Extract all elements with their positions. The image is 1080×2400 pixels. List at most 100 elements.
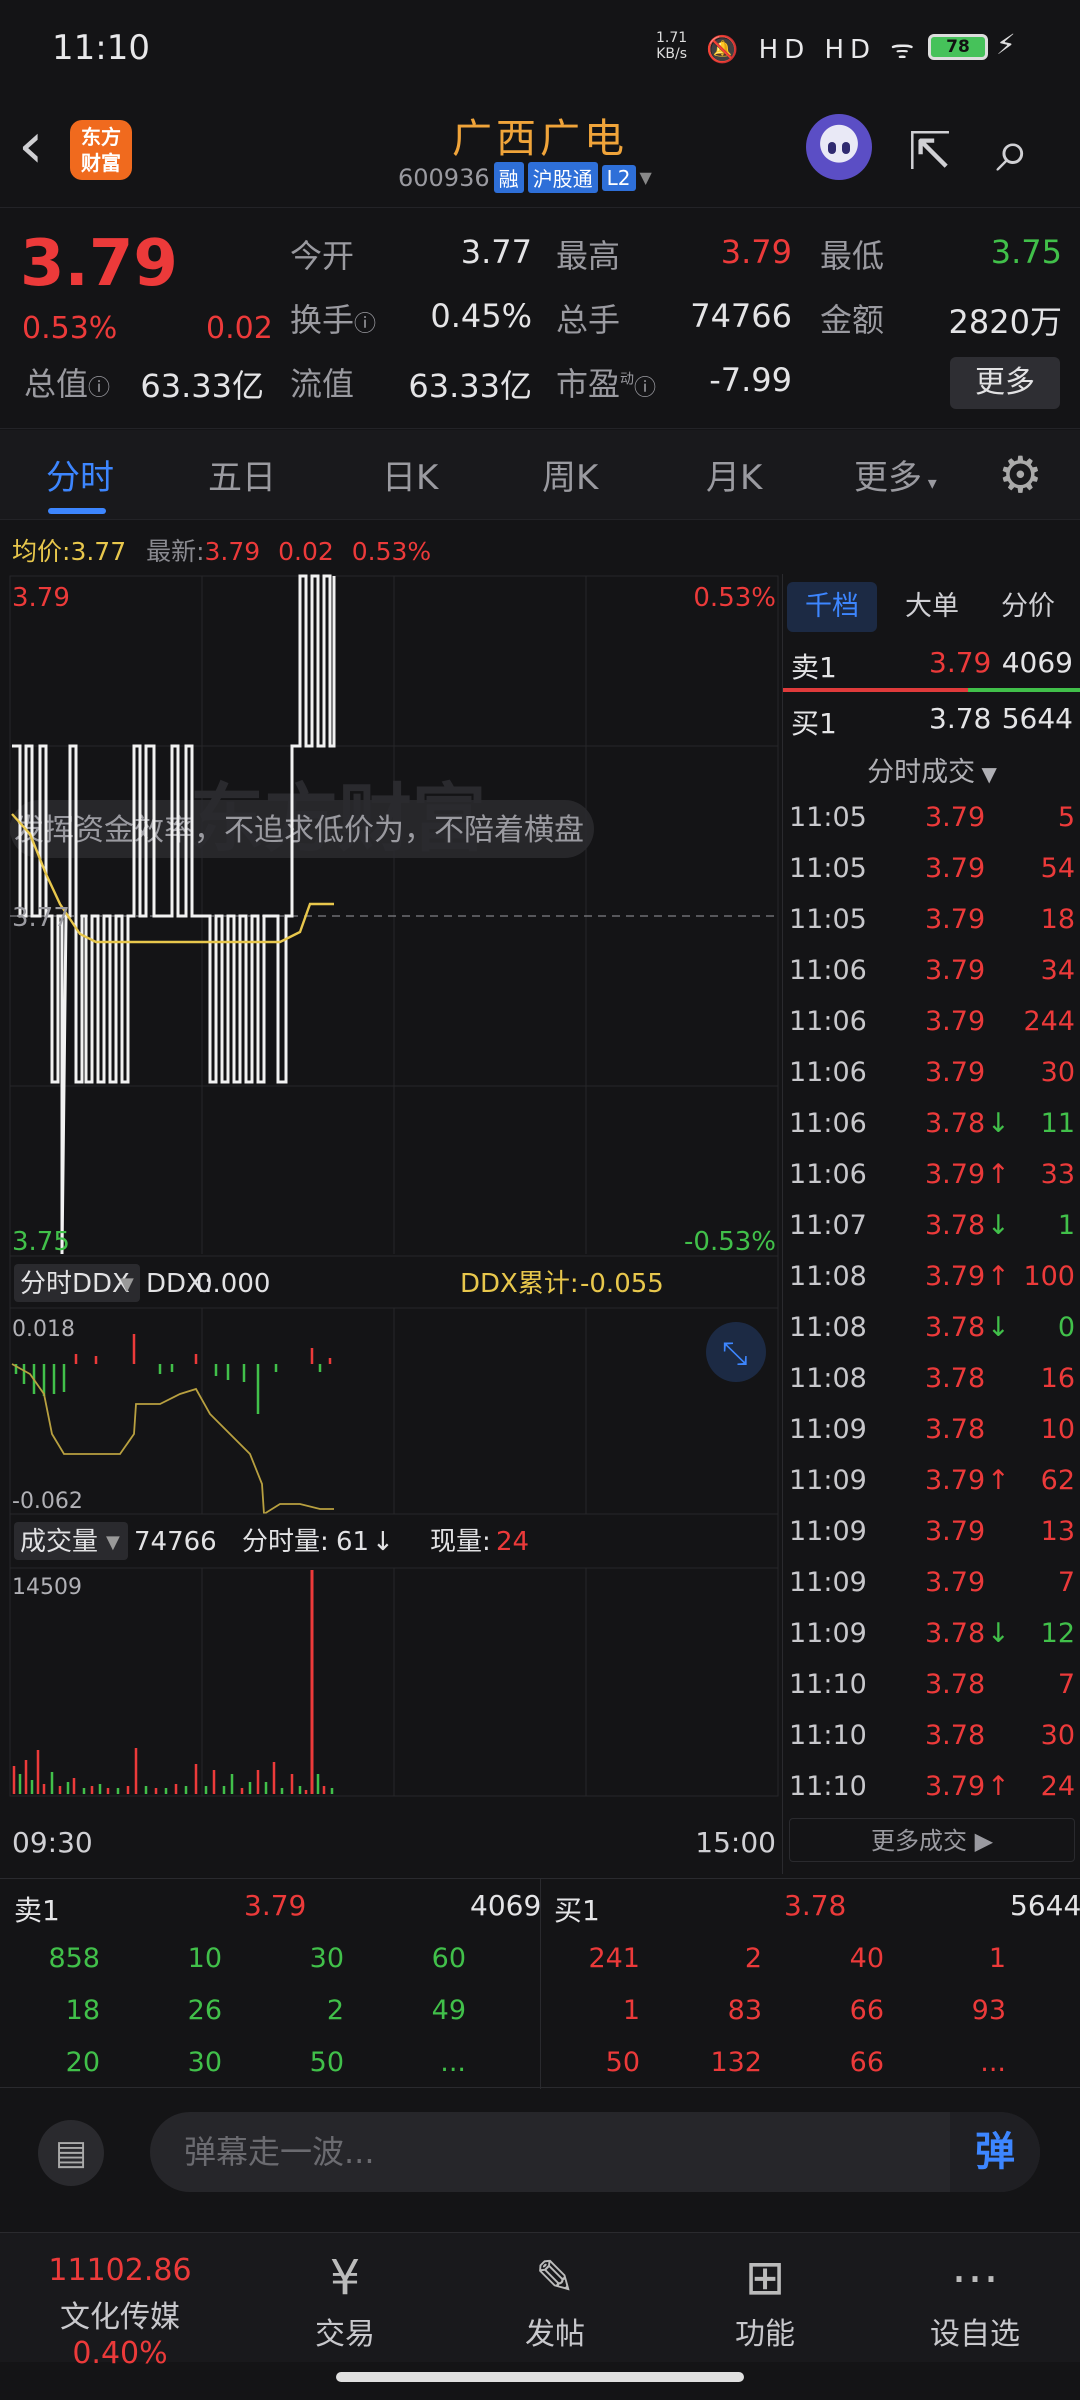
tab-more[interactable]: 更多 ▾: [854, 450, 937, 499]
sector-name: 文化传媒: [60, 2300, 180, 2335]
battery-icon: 78: [928, 34, 988, 60]
trade-row: 11:05 3.79 5: [783, 796, 1080, 847]
nav-trade[interactable]: ¥ 交易: [280, 2247, 410, 2353]
trade-price: 3.78: [925, 1414, 986, 1445]
trade-price: 3.78: [925, 1720, 986, 1751]
l2-tag: L2: [601, 164, 636, 191]
trades-header[interactable]: 分时成交 ▼: [783, 750, 1080, 789]
sell-depth-cell: 10: [187, 1943, 222, 1974]
trade-row: 11:08 3.78 ↓ 0: [783, 1306, 1080, 1357]
tab-weekly-k[interactable]: 周K: [542, 450, 598, 499]
gear-icon[interactable]: ⚙: [998, 446, 1043, 504]
volume-total: 74766: [134, 1527, 217, 1557]
tab-intraday[interactable]: 分时: [46, 450, 114, 499]
open-label: 今开: [290, 237, 355, 275]
trade-qty: 10: [1040, 1414, 1075, 1445]
ddx-value: 0.000: [196, 1269, 270, 1299]
time-axis-end: 15:00: [695, 1826, 776, 1859]
buy-depth-cell: 40: [849, 1943, 884, 1974]
sell-depth-cell: 50: [309, 2047, 344, 2078]
ddx-cum-value: -0.055: [580, 1269, 664, 1299]
trade-qty: 100: [1023, 1261, 1075, 1292]
intraday-chart-svg[interactable]: 东方财富 发挥资金效率，不追求低价为，不陪着横盘 3.79 3.75 3.77 …: [0, 574, 780, 1874]
sell1-price: 3.79: [244, 1889, 307, 1922]
more-trades-button[interactable]: 更多成交 ▶: [789, 1818, 1075, 1862]
stock-code-row[interactable]: 600936 融 沪股通 L2 ▼: [398, 162, 652, 193]
trade-qty: 7: [1057, 1669, 1075, 1700]
time-axis-start: 09:30: [12, 1826, 93, 1859]
pe-label[interactable]: 市盈动ⓘ: [556, 359, 656, 405]
buy1-qty: 5644: [1010, 1889, 1080, 1922]
trade-arrow: ↓: [987, 1210, 1010, 1241]
trade-price: 3.78: [925, 1312, 986, 1343]
buy-depth-cell: 1: [988, 1943, 1006, 1974]
trade-row: 11:05 3.79 54: [783, 847, 1080, 898]
sector-pct: 0.40%: [72, 2336, 168, 2371]
trade-row: 11:07 3.78 ↓ 1: [783, 1204, 1080, 1255]
trade-arrow: ↑: [987, 1159, 1010, 1190]
trade-price: 3.79: [925, 853, 986, 884]
intraday-chart-area[interactable]: 东方财富 发挥资金效率，不追求低价为，不陪着横盘 3.79 3.75 3.77 …: [0, 574, 780, 1874]
trade-time: 11:09: [789, 1618, 867, 1649]
stock-header: ‹ 东方 财富 广西广电 600936 融 沪股通 L2 ▼ ⇱ ⌕: [0, 100, 1080, 208]
trade-qty: 7: [1057, 1567, 1075, 1598]
amount-label: 金额: [820, 301, 885, 339]
trade-price: 3.78: [925, 1210, 986, 1241]
nav-functions[interactable]: ⊞ 功能: [700, 2247, 830, 2353]
more-button[interactable]: 更多: [950, 357, 1060, 409]
trade-time: 11:09: [789, 1414, 867, 1445]
buy-depth-cell: 132: [710, 2047, 762, 2078]
buy1-label: 买1: [554, 1894, 600, 1927]
trades-list[interactable]: 11:05 3.79 5 11:05 3.79 54 11:05 3.79 18 11:06 3.7…: [783, 796, 1080, 1816]
tab-depth[interactable]: 千档: [787, 582, 877, 632]
change-percent: 0.53%: [22, 311, 118, 346]
tab-daily-k[interactable]: 日K: [382, 450, 438, 499]
trade-qty: 1: [1057, 1210, 1075, 1241]
trade-row: 11:08 3.79 ↑ 100: [783, 1255, 1080, 1306]
trade-qty: 33: [1040, 1159, 1075, 1190]
mktcap-label[interactable]: 总值ⓘ: [24, 359, 110, 405]
trade-row: 11:10 3.79 ↑ 24: [783, 1765, 1080, 1816]
trade-price: 3.79: [925, 1159, 986, 1190]
tab-monthly-k[interactable]: 月K: [706, 450, 762, 499]
danmu-toggle-icon[interactable]: ▤: [38, 2120, 104, 2186]
nav-add-watchlist[interactable]: ⋯ 设自选: [910, 2247, 1040, 2353]
ddx-cum-label: DDX累计:: [460, 1269, 579, 1299]
sell1-qty: 4069: [470, 1889, 542, 1922]
trade-row: 11:10 3.78 30: [783, 1714, 1080, 1765]
tab-big-orders[interactable]: 大单: [887, 582, 977, 632]
buy-depth-cell: 50: [605, 2047, 640, 2078]
clock: 11:10: [52, 28, 150, 68]
share-icon[interactable]: ⇱: [908, 122, 952, 182]
low-label: 最低: [820, 237, 885, 275]
trade-time: 11:05: [789, 853, 867, 884]
ddx-axis-bottom: -0.062: [12, 1489, 83, 1514]
buy-depth-cell: 1: [622, 1995, 640, 2026]
trade-price: 3.78: [925, 1669, 986, 1700]
danmu-input[interactable]: 弹幕走一波...: [150, 2112, 1040, 2192]
now-volume-value: 24: [496, 1527, 529, 1557]
latest-price: 3.79: [204, 537, 261, 566]
high-value: 3.79: [720, 233, 792, 271]
search-icon[interactable]: ⌕: [996, 116, 1030, 186]
trade-qty: 54: [1040, 853, 1075, 884]
trade-arrow: ↑: [987, 1771, 1010, 1802]
danmu-send-button[interactable]: 弹: [950, 2112, 1040, 2192]
turnover-label[interactable]: 换手ⓘ: [290, 295, 376, 341]
price-axis-top: 3.79: [12, 583, 70, 613]
trade-time: 11:09: [789, 1567, 867, 1598]
tab-five-day[interactable]: 五日: [208, 450, 276, 499]
trade-row: 11:06 3.79 244: [783, 1000, 1080, 1051]
trade-qty: 24: [1040, 1771, 1075, 1802]
trade-qty: 244: [1023, 1006, 1075, 1037]
tab-price-dist[interactable]: 分价: [983, 582, 1073, 632]
right-panel: 千档 大单 分价 卖1 3.79 4069 买1 3.78 5644 分时成交 …: [782, 574, 1080, 1874]
nav-post[interactable]: ✎ 发帖: [490, 2247, 620, 2353]
order-book: 卖1 3.79 4069 买1 3.78 5644 858 10 30 60 18 26 2…: [0, 1878, 1080, 2089]
trade-row: 11:09 3.78 10: [783, 1408, 1080, 1459]
avg-price-line: 均价:3.77 最新:3.79 0.02 0.53%: [12, 537, 432, 566]
sector-index[interactable]: 11102.86 文化传媒 0.40%: [10, 2253, 230, 2371]
robot-assistant-icon[interactable]: [806, 114, 872, 180]
trade-arrow: ↓: [987, 1108, 1010, 1139]
ddx-bars: [14, 1334, 332, 1414]
